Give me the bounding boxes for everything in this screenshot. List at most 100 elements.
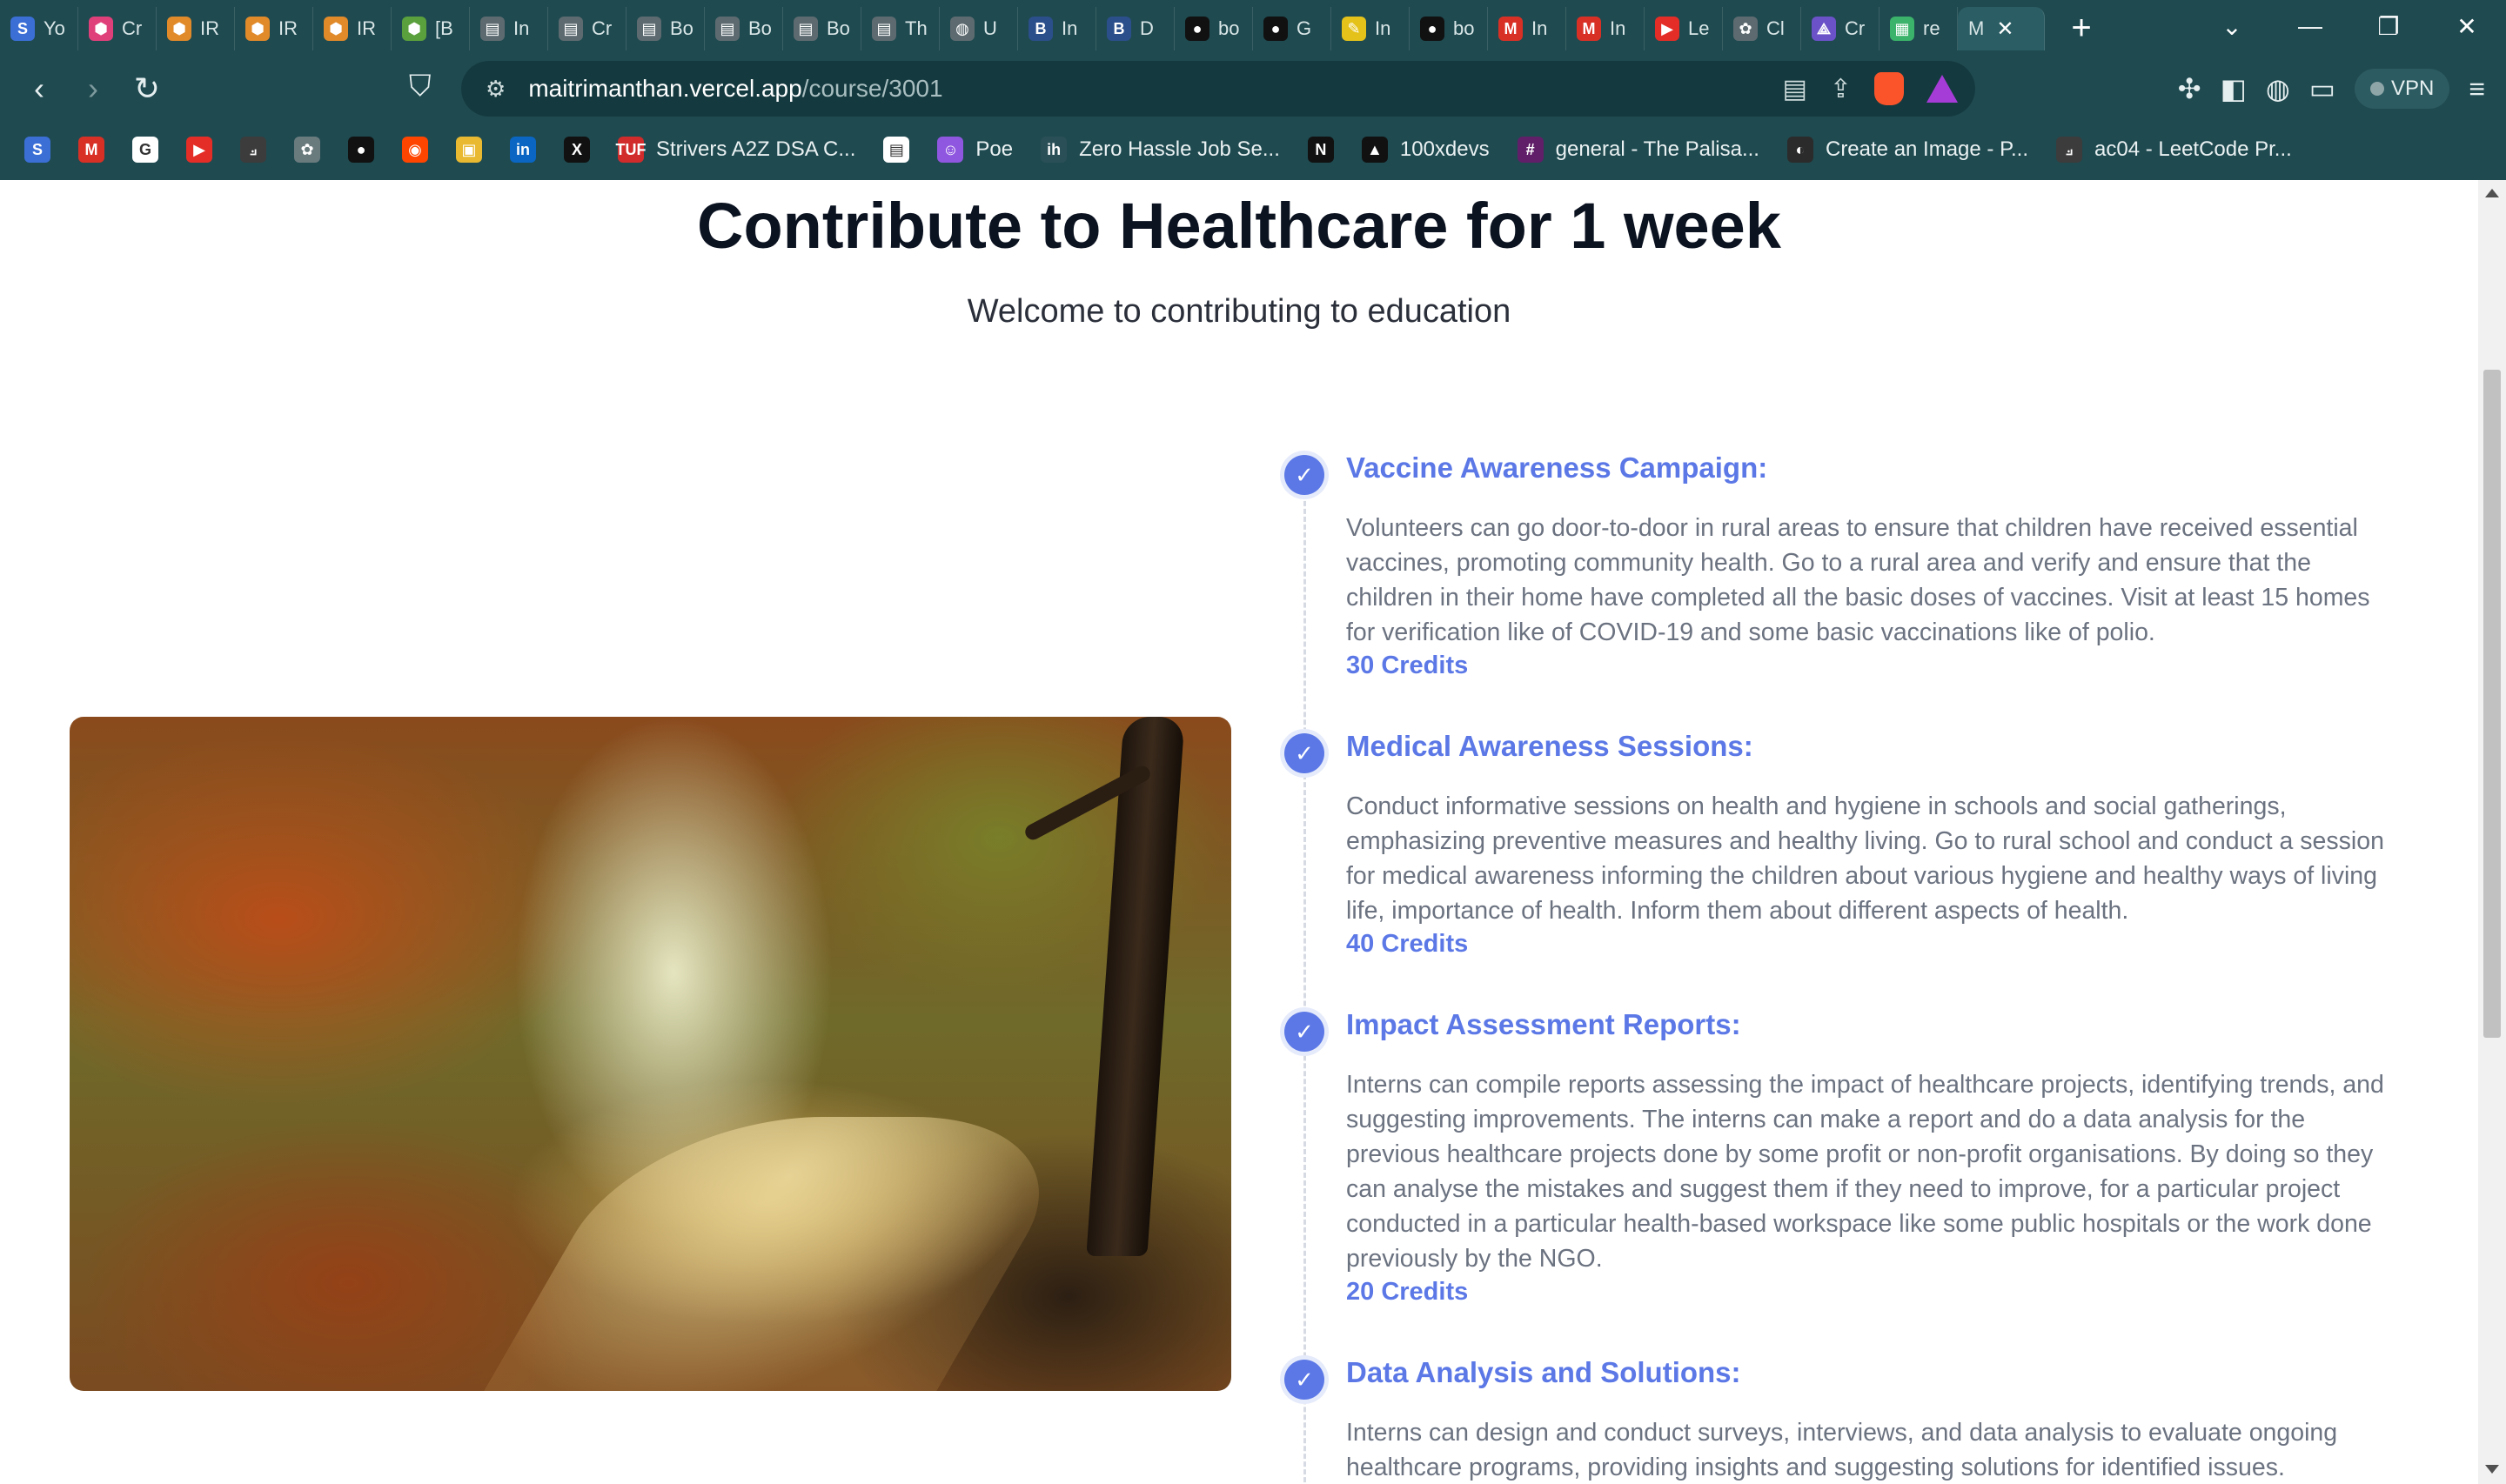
browser-tab[interactable]: B In — [1018, 7, 1096, 50]
restore-button[interactable]: ❐ — [2349, 12, 2428, 41]
back-icon[interactable]: ‹ — [12, 62, 66, 116]
bookmark-item[interactable]: ▶ — [186, 137, 212, 163]
bookmark-favicon-icon: ☺ — [937, 137, 964, 163]
tab-label: Th — [905, 17, 928, 39]
tab-label: IR — [200, 17, 219, 39]
tab-favicon-icon: ✎ — [1342, 17, 1366, 41]
tab-label: Bo — [670, 17, 694, 39]
browser-tab[interactable]: ▦ re — [1880, 7, 1958, 50]
menu-icon[interactable]: ≡ — [2469, 73, 2485, 105]
browser-tab[interactable]: ✎ In — [1331, 7, 1410, 50]
step-description: Volunteers can go door-to-door in rural … — [1346, 514, 2370, 646]
browser-tab[interactable]: ⬢ Cr — [78, 7, 157, 50]
scroll-up-icon[interactable] — [2485, 189, 2499, 197]
bookmark-item[interactable]: ih Zero Hassle Job Se... — [1041, 137, 1280, 163]
browser-tab[interactable]: ⟁ Cr — [1801, 7, 1880, 50]
browser-tab[interactable]: ✿ Cl — [1723, 7, 1801, 50]
bookmark-item[interactable]: # general - The Palisa... — [1517, 137, 1759, 163]
step-credits: 30 Credits — [1346, 652, 1469, 679]
bookmark-favicon-icon: ◐ — [1786, 137, 1813, 163]
tab-label: bo — [1453, 17, 1475, 39]
browser-tab[interactable]: ▤ Cr — [548, 7, 626, 50]
profile-avatar-icon[interactable]: ◍ — [2266, 72, 2290, 105]
share-icon[interactable]: ⇪ — [1830, 74, 1852, 104]
bookmark-item[interactable]: in — [510, 137, 536, 163]
minimize-button[interactable]: — — [2271, 12, 2349, 40]
browser-tab[interactable]: ⬢ [B — [392, 7, 470, 50]
bookmarks-bar: S M G ▶ ⟓ ✿ ● ◉ ▣ in X TUF Strivers A2Z DSA C... ▤ ☺ Po… — [0, 129, 2506, 170]
sidebar-icon[interactable]: ◧ — [2221, 72, 2247, 105]
bookmark-item[interactable]: M — [78, 137, 104, 163]
bookmark-page-icon[interactable]: ⛉ — [409, 70, 432, 104]
page-content: Contribute to Healthcare for 1 week Welc… — [0, 180, 2478, 1484]
url-host: maitrimanthan.vercel.app — [528, 75, 802, 102]
browser-tab[interactable]: ◍ U — [940, 7, 1018, 50]
bookmark-label: Strivers A2Z DSA C... — [656, 137, 856, 161]
bookmark-item[interactable]: N — [1307, 137, 1334, 163]
extensions-icon[interactable]: ✣ — [2178, 72, 2201, 105]
browser-tab[interactable]: ● bo — [1175, 7, 1253, 50]
bookmark-item[interactable]: ▣ — [456, 137, 482, 163]
active-tab[interactable]: M ✕ — [1958, 7, 2045, 50]
bookmark-item[interactable]: G — [132, 137, 158, 163]
vpn-button[interactable]: VPN — [2354, 69, 2450, 109]
forward-icon[interactable]: › — [66, 62, 120, 116]
tab-favicon-icon: B — [1029, 17, 1053, 41]
browser-tab[interactable]: ● G — [1253, 7, 1331, 50]
bookmark-item[interactable]: S — [24, 137, 50, 163]
bookmark-item[interactable]: TUF Strivers A2Z DSA C... — [616, 137, 856, 163]
reload-icon[interactable]: ↻ — [120, 62, 174, 116]
scrollbar-thumb[interactable] — [2483, 370, 2501, 1038]
bookmark-item[interactable]: ▲ 100xdevs — [1361, 137, 1490, 163]
new-tab-button[interactable]: + — [2055, 6, 2107, 50]
bookmark-favicon-icon: ✿ — [294, 137, 320, 163]
browser-tab[interactable]: ▤ In — [470, 7, 548, 50]
bookmark-item[interactable]: ▤ — [883, 137, 910, 163]
bookmark-item[interactable]: ◐ Create an Image - P... — [1786, 137, 2028, 163]
window-controls: ⌄ — ❐ ✕ — [2193, 0, 2506, 52]
browser-tab[interactable]: ▶ Le — [1645, 7, 1723, 50]
brave-shields-icon[interactable] — [1874, 72, 1904, 105]
close-tab-icon[interactable]: ✕ — [1996, 17, 2014, 42]
browser-tab[interactable]: ⬢ IR — [235, 7, 313, 50]
reader-mode-icon[interactable]: ▤ — [1783, 74, 1807, 104]
bookmark-item[interactable]: ⟓ ac04 - LeetCode Pr... — [2056, 137, 2292, 163]
bookmark-favicon-icon: ih — [1041, 137, 1068, 163]
bookmark-item[interactable]: ✿ — [294, 137, 320, 163]
tab-favicon-icon: ▤ — [637, 17, 661, 41]
tab-label: IR — [278, 17, 298, 39]
browser-tab[interactable]: M In — [1488, 7, 1566, 50]
tab-favicon-icon: ⬢ — [245, 17, 270, 41]
site-settings-icon[interactable]: ⚙ — [486, 76, 506, 103]
browser-tab[interactable]: BD — [1096, 7, 1175, 50]
browser-tab[interactable]: ⬢ IR — [313, 7, 392, 50]
bookmark-item[interactable]: X — [564, 137, 590, 163]
browser-tab[interactable]: ▤ Th — [861, 7, 940, 50]
bookmark-item[interactable]: ● — [348, 137, 374, 163]
browser-tab[interactable]: ▤ Bo — [626, 7, 705, 50]
page-scrollbar[interactable] — [2478, 180, 2506, 1484]
bookmark-favicon-icon: # — [1517, 137, 1544, 163]
tab-favicon-icon: ▤ — [794, 17, 818, 41]
browser-tab[interactable]: M In — [1566, 7, 1645, 50]
bookmark-item[interactable]: ☺ Poe — [937, 137, 1013, 163]
bookmark-item[interactable]: ◉ — [402, 137, 428, 163]
brave-rewards-icon[interactable] — [1926, 75, 1958, 103]
tab-label: D — [1140, 17, 1154, 39]
scroll-down-icon[interactable] — [2485, 1465, 2499, 1474]
browser-tab[interactable]: ▤ Bo — [783, 7, 861, 50]
bookmark-favicon-icon: N — [1307, 137, 1334, 163]
close-window-button[interactable]: ✕ — [2428, 12, 2506, 41]
wallet-icon[interactable]: ▭ — [2309, 72, 2335, 105]
tab-search-icon[interactable]: ⌄ — [2193, 12, 2271, 41]
browser-tab[interactable]: ▤ Bo — [705, 7, 783, 50]
tab-label: re — [1923, 17, 1940, 39]
bookmark-item[interactable]: ⟓ — [240, 137, 266, 163]
browser-tab[interactable]: S Yo — [0, 7, 78, 50]
browser-tab[interactable]: ⬢ IR — [157, 7, 235, 50]
tab-favicon-icon: ✿ — [1733, 17, 1758, 41]
bookmark-favicon-icon: ● — [348, 137, 374, 163]
tab-favicon-icon: S — [10, 17, 35, 41]
address-bar[interactable]: ⚙ maitrimanthan.vercel.app /course/3001 … — [461, 61, 1975, 117]
browser-tab[interactable]: ● bo — [1410, 7, 1488, 50]
